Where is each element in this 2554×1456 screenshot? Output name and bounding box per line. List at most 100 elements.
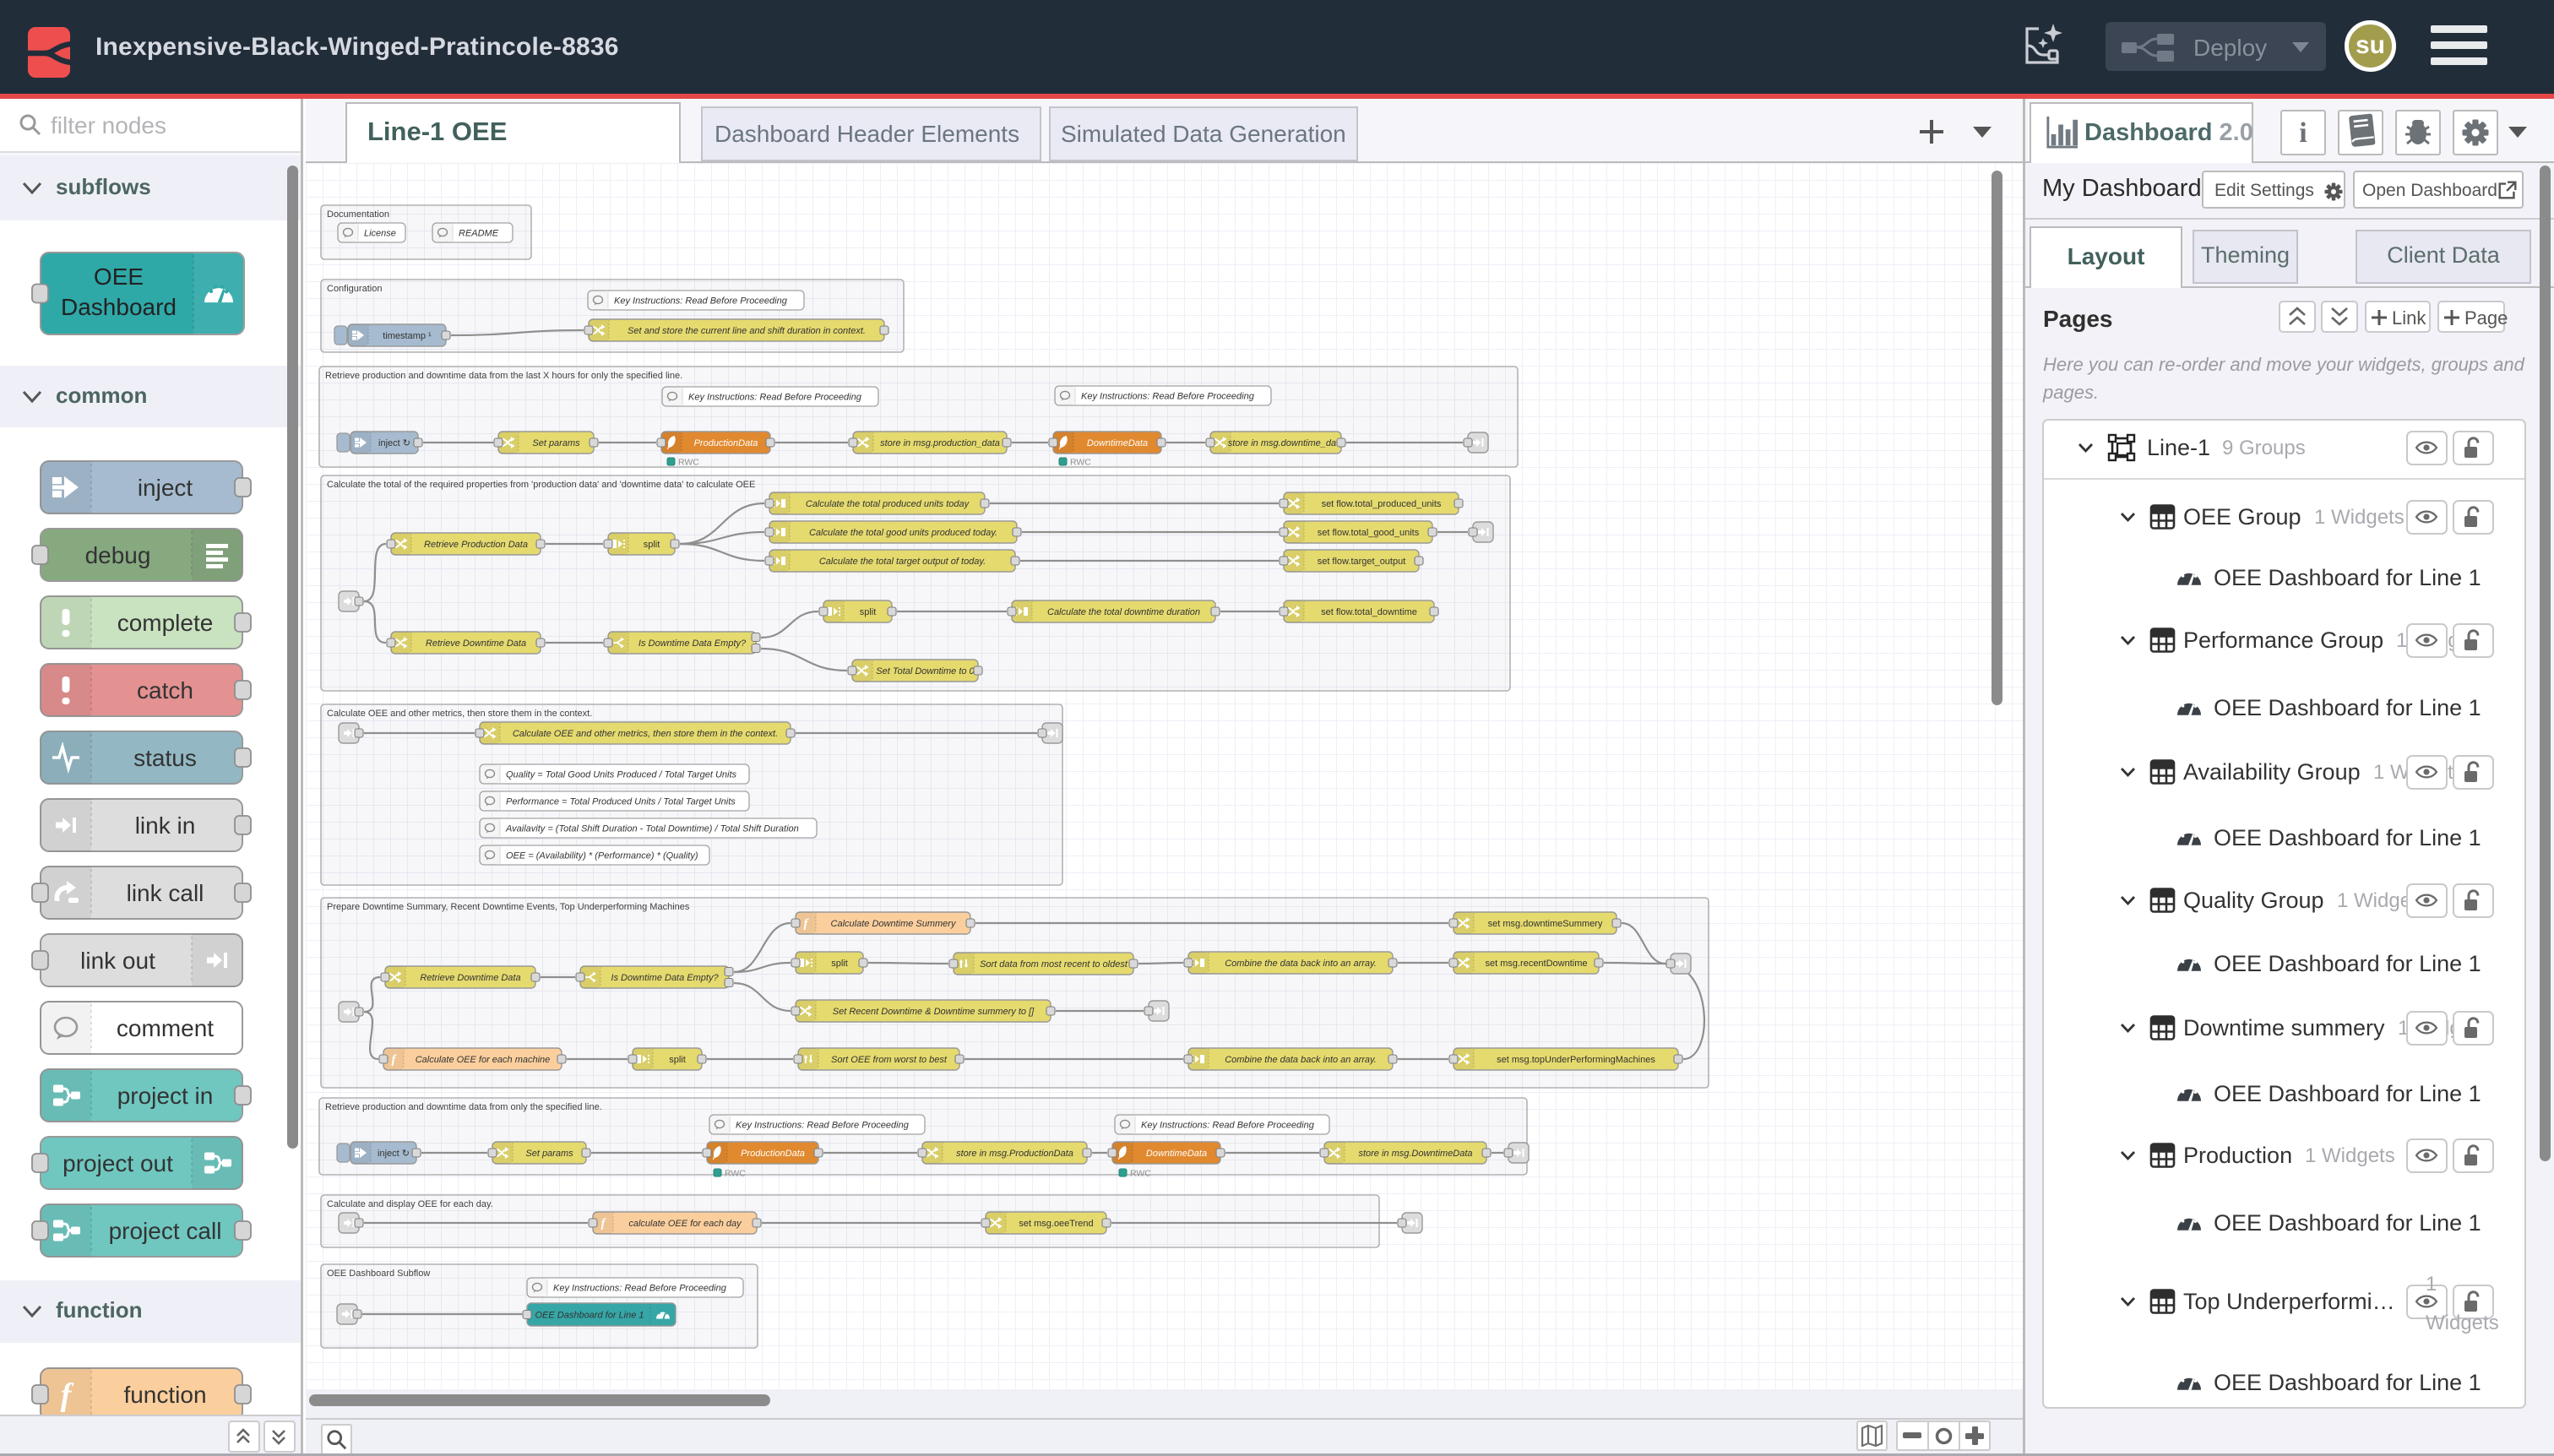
svg-text:link call: link call [127,880,204,906]
svg-text:complete: complete [117,610,214,636]
svg-text:Set Recent Downtime & Downtime: Set Recent Downtime & Downtime summery t… [833,1007,1035,1017]
svg-text:store in msg.DowntimeData: store in msg.DowntimeData [1358,1149,1472,1159]
svg-text:ProductionData: ProductionData [741,1149,805,1159]
svg-text:OEE Dashboard for Line 1: OEE Dashboard for Line 1 [2214,1370,2481,1395]
svg-text:debug: debug [85,542,151,568]
svg-text:link in: link in [135,812,196,839]
svg-text:store in msg.production_data: store in msg.production_data [880,438,1000,448]
svg-text:Calculate the total downtime d: Calculate the total downtime duration [1047,607,1200,617]
svg-text:store in msg.downtime_data: store in msg.downtime_data [1228,438,1345,448]
svg-text:project out: project out [62,1150,173,1176]
svg-text:status: status [133,745,197,771]
svg-text:OEE Group: OEE Group [2183,504,2301,530]
svg-text:split: split [831,959,848,969]
svg-text:DowntimeData: DowntimeData [1146,1149,1207,1159]
svg-text:set msg.topUnderPerformingMach: set msg.topUnderPerformingMachines [1497,1055,1655,1065]
svg-text:i: i [2299,117,2307,149]
svg-text:Key Instructions: Read Before: Key Instructions: Read Before Proceeding [614,296,788,306]
svg-text:Is Downtime Data Empty?: Is Downtime Data Empty? [611,973,719,983]
svg-text:Top Underperformi…: Top Underperformi… [2183,1289,2395,1314]
svg-text:catch: catch [137,677,193,704]
svg-text:Performance Group: Performance Group [2183,627,2383,653]
svg-text:Sort OEE from worst to best: Sort OEE from worst to best [831,1055,948,1065]
svg-text:Calculate and display OEE for: Calculate and display OEE for each day. [327,1199,493,1209]
svg-text:Performance = Total Produced U: Performance = Total Produced Units / Tot… [506,796,736,807]
svg-text:Availavity = (Total Shift Dura: Availavity = (Total Shift Duration - Tot… [505,823,799,834]
svg-text:Calculate the total target out: Calculate the total target output of tod… [819,557,986,567]
svg-text:Widgets: Widgets [2426,1312,2499,1334]
svg-text:set msg.recentDowntime: set msg.recentDowntime [1485,959,1587,969]
svg-text:split: split [644,540,660,550]
svg-text:OEE Dashboard for Line 1: OEE Dashboard for Line 1 [2214,565,2481,590]
svg-text:1 Widgets: 1 Widgets [2314,506,2405,529]
svg-text:set flow.total_downtime: set flow.total_downtime [1321,607,1417,617]
svg-text:Calculate the total of the req: Calculate the total of the required prop… [327,480,755,490]
svg-text:RWC: RWC [678,458,699,468]
svg-text:README: README [459,228,499,238]
svg-text:DowntimeData: DowntimeData [1087,438,1148,448]
svg-text:Dashboard: Dashboard [61,294,177,320]
svg-text:OEE Dashboard for Line 1: OEE Dashboard for Line 1 [2214,695,2481,720]
svg-text:Quality = Total Good Units Pro: Quality = Total Good Units Produced / To… [506,769,737,780]
svg-text:Calculate the total good units: Calculate the total good units produced … [809,528,997,538]
svg-text:RWC: RWC [1070,458,1091,468]
svg-text:function: function [123,1382,206,1408]
svg-text:OEE Dashboard for Line 1: OEE Dashboard for Line 1 [2214,951,2481,976]
svg-text:Documentation: Documentation [327,209,389,220]
svg-text:inject: inject [138,475,193,501]
svg-text:set msg.downtimeSummery: set msg.downtimeSummery [1488,919,1603,929]
svg-text:Availability Group: Availability Group [2183,759,2361,785]
svg-text:Is Downtime Data Empty?: Is Downtime Data Empty? [638,638,747,649]
svg-text:Key Instructions: Read Before: Key Instructions: Read Before Proceeding [736,1120,910,1130]
svg-text:Set params: Set params [525,1149,573,1159]
svg-text:set flow.total_produced_units: set flow.total_produced_units [1322,499,1442,509]
svg-text:RWC: RWC [1130,1169,1151,1179]
svg-text:OEE = (Availability) * (Perfor: OEE = (Availability) * (Performance) * (… [506,850,698,861]
svg-text:OEE Dashboard for Line 1: OEE Dashboard for Line 1 [2214,1081,2481,1106]
svg-text:OEE Dashboard for Line 1: OEE Dashboard for Line 1 [2214,825,2481,850]
svg-text:1: 1 [2426,1273,2437,1296]
svg-text:Configuration: Configuration [327,284,382,294]
svg-text:Prepare Downtime Summary, Rece: Prepare Downtime Summary, Recent Downtim… [327,902,690,912]
svg-text:Retrieve Downtime Data: Retrieve Downtime Data [426,638,526,649]
svg-text:Downtime summery: Downtime summery [2183,1015,2385,1040]
svg-text:Set Total Downtime to 0: Set Total Downtime to 0 [876,666,975,676]
svg-text:Combine the data back into an: Combine the data back into an array. [1225,959,1377,969]
svg-text:ProductionData: ProductionData [694,438,758,448]
svg-text:Production: Production [2183,1143,2292,1168]
svg-text:store in msg.ProductionData: store in msg.ProductionData [956,1149,1073,1159]
svg-text:OEE Dashboard for Line 1: OEE Dashboard for Line 1 [2214,1210,2481,1236]
svg-text:9 Groups: 9 Groups [2222,437,2306,459]
svg-text:License: License [364,228,396,238]
svg-text:link out: link out [80,948,155,974]
svg-text:project call: project call [109,1218,222,1244]
svg-text:inject ↻: inject ↻ [378,438,410,448]
svg-text:split: split [860,607,877,617]
svg-text:Line-1: Line-1 [2147,435,2210,460]
svg-text:Retrieve Production Data: Retrieve Production Data [424,540,528,550]
svg-text:set msg.oeeTrend: set msg.oeeTrend [1019,1219,1093,1229]
svg-text:RWC: RWC [725,1169,746,1179]
svg-text:split: split [669,1055,686,1065]
svg-text:comment: comment [117,1015,214,1041]
svg-text:Set params: Set params [532,438,580,448]
svg-text:timestamp ¹: timestamp ¹ [383,331,432,341]
svg-text:Key Instructions: Read Before: Key Instructions: Read Before Proceeding [688,392,862,402]
svg-text:Quality Group: Quality Group [2183,888,2324,913]
svg-text:Retrieve production and downti: Retrieve production and downtime data fr… [325,371,682,381]
svg-text:Combine the data back into an: Combine the data back into an array. [1225,1055,1377,1065]
svg-text:set flow.target_output: set flow.target_output [1318,557,1406,567]
svg-text:calculate OEE for each day: calculate OEE for each day [628,1219,742,1229]
svg-text:inject ↻: inject ↻ [378,1149,410,1159]
svg-text:Retrieve Downtime Data: Retrieve Downtime Data [420,973,520,983]
svg-text:OEE Dashboard Subflow: OEE Dashboard Subflow [327,1269,430,1279]
svg-text:Calculate Downtime Summery: Calculate Downtime Summery [831,919,957,929]
svg-text:project in: project in [117,1083,214,1109]
svg-text:Calculate OEE and other metric: Calculate OEE and other metrics, then st… [327,709,592,719]
svg-text:Key Instructions: Read Before: Key Instructions: Read Before Proceeding [553,1283,727,1293]
svg-text:Calculate the total produced u: Calculate the total produced units today [806,499,970,509]
svg-text:Set and store the current line: Set and store the current line and shift… [628,326,866,336]
svg-text:1 Widgets: 1 Widgets [2305,1144,2395,1167]
svg-text:OEE Dashboard for Line 1: OEE Dashboard for Line 1 [535,1310,644,1320]
svg-text:Calculate OEE and other metric: Calculate OEE and other metrics, then st… [513,729,778,739]
